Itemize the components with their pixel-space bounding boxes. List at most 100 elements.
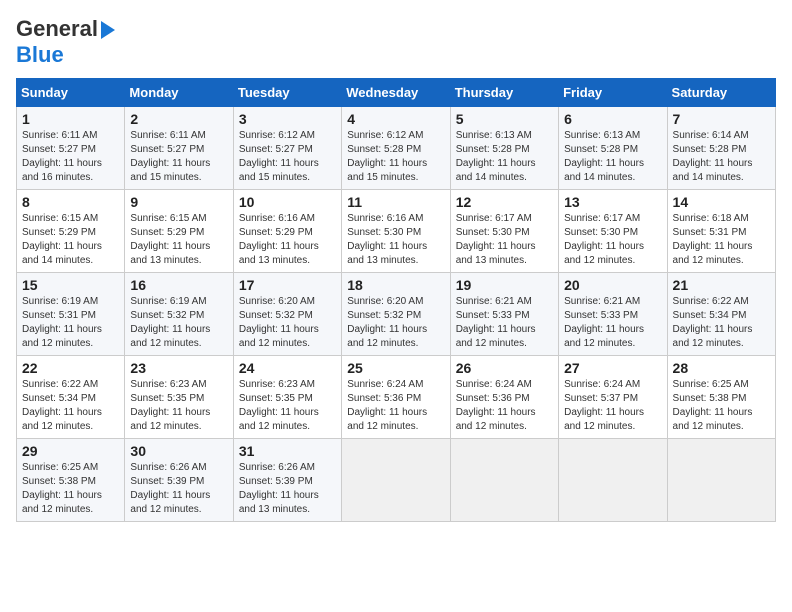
day-number: 8 [22,194,119,210]
day-number: 5 [456,111,553,127]
weekday-header-saturday: Saturday [667,79,775,107]
day-number: 21 [673,277,770,293]
day-info: Sunrise: 6:22 AMSunset: 5:34 PMDaylight:… [22,378,119,434]
day-info: Sunrise: 6:21 AMSunset: 5:33 PMDaylight:… [564,295,661,351]
day-info: Sunrise: 6:15 AMSunset: 5:29 PMDaylight:… [22,212,119,268]
day-number: 3 [239,111,336,127]
day-info: Sunrise: 6:17 AMSunset: 5:30 PMDaylight:… [456,212,553,268]
day-number: 18 [347,277,444,293]
weekday-header-friday: Friday [559,79,667,107]
day-info: Sunrise: 6:11 AMSunset: 5:27 PMDaylight:… [22,129,119,185]
header: General Blue [16,16,776,68]
day-number: 23 [130,360,227,376]
day-info: Sunrise: 6:20 AMSunset: 5:32 PMDaylight:… [239,295,336,351]
weekday-header-tuesday: Tuesday [233,79,341,107]
day-info: Sunrise: 6:26 AMSunset: 5:39 PMDaylight:… [130,461,227,517]
day-number: 22 [22,360,119,376]
day-info: Sunrise: 6:26 AMSunset: 5:39 PMDaylight:… [239,461,336,517]
calendar-cell: 22 Sunrise: 6:22 AMSunset: 5:34 PMDayligh… [17,356,125,439]
calendar-cell [559,439,667,522]
day-number: 9 [130,194,227,210]
logo-blue: Blue [16,42,64,67]
day-info: Sunrise: 6:13 AMSunset: 5:28 PMDaylight:… [564,129,661,185]
calendar-cell: 24 Sunrise: 6:23 AMSunset: 5:35 PMDayligh… [233,356,341,439]
calendar-week-3: 15 Sunrise: 6:19 AMSunset: 5:31 PMDayligh… [17,273,776,356]
calendar-cell: 30 Sunrise: 6:26 AMSunset: 5:39 PMDayligh… [125,439,233,522]
day-info: Sunrise: 6:22 AMSunset: 5:34 PMDaylight:… [673,295,770,351]
logo-arrow-icon [101,21,115,39]
calendar-cell: 10 Sunrise: 6:16 AMSunset: 5:29 PMDayligh… [233,190,341,273]
day-info: Sunrise: 6:18 AMSunset: 5:31 PMDaylight:… [673,212,770,268]
calendar-cell [667,439,775,522]
weekday-header-wednesday: Wednesday [342,79,450,107]
calendar-cell [342,439,450,522]
calendar-cell: 18 Sunrise: 6:20 AMSunset: 5:32 PMDayligh… [342,273,450,356]
day-info: Sunrise: 6:17 AMSunset: 5:30 PMDaylight:… [564,212,661,268]
calendar-week-2: 8 Sunrise: 6:15 AMSunset: 5:29 PMDaylight… [17,190,776,273]
day-info: Sunrise: 6:25 AMSunset: 5:38 PMDaylight:… [673,378,770,434]
calendar-cell: 23 Sunrise: 6:23 AMSunset: 5:35 PMDayligh… [125,356,233,439]
calendar-cell: 2Sunrise: 6:11 AMSunset: 5:27 PMDaylight… [125,107,233,190]
day-info: Sunrise: 6:24 AMSunset: 5:36 PMDaylight:… [456,378,553,434]
day-info: Sunrise: 6:21 AMSunset: 5:33 PMDaylight:… [456,295,553,351]
day-number: 1 [22,111,119,127]
day-number: 15 [22,277,119,293]
day-number: 6 [564,111,661,127]
calendar-week-4: 22 Sunrise: 6:22 AMSunset: 5:34 PMDayligh… [17,356,776,439]
day-info: Sunrise: 6:24 AMSunset: 5:37 PMDaylight:… [564,378,661,434]
day-number: 30 [130,443,227,459]
calendar-cell: 31 Sunrise: 6:26 AMSunset: 5:39 PMDayligh… [233,439,341,522]
calendar-cell: 5 Sunrise: 6:13 AMSunset: 5:28 PMDaylight… [450,107,558,190]
day-info: Sunrise: 6:23 AMSunset: 5:35 PMDaylight:… [239,378,336,434]
calendar-cell: 27Sunrise: 6:24 AMSunset: 5:37 PMDayligh… [559,356,667,439]
day-number: 4 [347,111,444,127]
day-number: 28 [673,360,770,376]
day-info: Sunrise: 6:23 AMSunset: 5:35 PMDaylight:… [130,378,227,434]
calendar-cell: 14 Sunrise: 6:18 AMSunset: 5:31 PMDayligh… [667,190,775,273]
logo-general: General [16,16,98,42]
day-number: 11 [347,194,444,210]
weekday-header-thursday: Thursday [450,79,558,107]
calendar-cell: 25Sunrise: 6:24 AMSunset: 5:36 PMDayligh… [342,356,450,439]
calendar-cell [450,439,558,522]
calendar-cell: 3 Sunrise: 6:12 AMSunset: 5:27 PMDaylight… [233,107,341,190]
calendar-cell: 15 Sunrise: 6:19 AMSunset: 5:31 PMDayligh… [17,273,125,356]
day-info: Sunrise: 6:16 AMSunset: 5:29 PMDaylight:… [239,212,336,268]
calendar-cell: 6 Sunrise: 6:13 AMSunset: 5:28 PMDaylight… [559,107,667,190]
day-number: 31 [239,443,336,459]
calendar-cell: 20 Sunrise: 6:21 AMSunset: 5:33 PMDayligh… [559,273,667,356]
calendar-cell: 11Sunrise: 6:16 AMSunset: 5:30 PMDayligh… [342,190,450,273]
day-number: 10 [239,194,336,210]
calendar-cell: 19Sunrise: 6:21 AMSunset: 5:33 PMDayligh… [450,273,558,356]
calendar-cell: 1 Sunrise: 6:11 AMSunset: 5:27 PMDaylight… [17,107,125,190]
day-number: 7 [673,111,770,127]
calendar-cell: 7Sunrise: 6:14 AMSunset: 5:28 PMDaylight… [667,107,775,190]
calendar-cell: 29 Sunrise: 6:25 AMSunset: 5:38 PMDayligh… [17,439,125,522]
day-number: 29 [22,443,119,459]
day-number: 17 [239,277,336,293]
day-number: 20 [564,277,661,293]
day-number: 12 [456,194,553,210]
calendar-week-1: 1 Sunrise: 6:11 AMSunset: 5:27 PMDaylight… [17,107,776,190]
day-info: Sunrise: 6:12 AMSunset: 5:27 PMDaylight:… [239,129,336,185]
logo: General Blue [16,16,115,68]
calendar-cell: 9 Sunrise: 6:15 AMSunset: 5:29 PMDaylight… [125,190,233,273]
calendar-cell: 12 Sunrise: 6:17 AMSunset: 5:30 PMDayligh… [450,190,558,273]
day-info: Sunrise: 6:19 AMSunset: 5:31 PMDaylight:… [22,295,119,351]
day-number: 13 [564,194,661,210]
day-number: 26 [456,360,553,376]
calendar-cell: 8 Sunrise: 6:15 AMSunset: 5:29 PMDaylight… [17,190,125,273]
day-info: Sunrise: 6:20 AMSunset: 5:32 PMDaylight:… [347,295,444,351]
day-info: Sunrise: 6:24 AMSunset: 5:36 PMDaylight:… [347,378,444,434]
day-number: 14 [673,194,770,210]
calendar-cell: 26 Sunrise: 6:24 AMSunset: 5:36 PMDayligh… [450,356,558,439]
weekday-header-sunday: Sunday [17,79,125,107]
day-info: Sunrise: 6:15 AMSunset: 5:29 PMDaylight:… [130,212,227,268]
calendar-cell: 21 Sunrise: 6:22 AMSunset: 5:34 PMDayligh… [667,273,775,356]
day-info: Sunrise: 6:11 AMSunset: 5:27 PMDaylight:… [130,129,227,185]
calendar-cell: 4Sunrise: 6:12 AMSunset: 5:28 PMDaylight… [342,107,450,190]
day-number: 24 [239,360,336,376]
day-info: Sunrise: 6:13 AMSunset: 5:28 PMDaylight:… [456,129,553,185]
calendar-cell: 13 Sunrise: 6:17 AMSunset: 5:30 PMDayligh… [559,190,667,273]
day-info: Sunrise: 6:25 AMSunset: 5:38 PMDaylight:… [22,461,119,517]
